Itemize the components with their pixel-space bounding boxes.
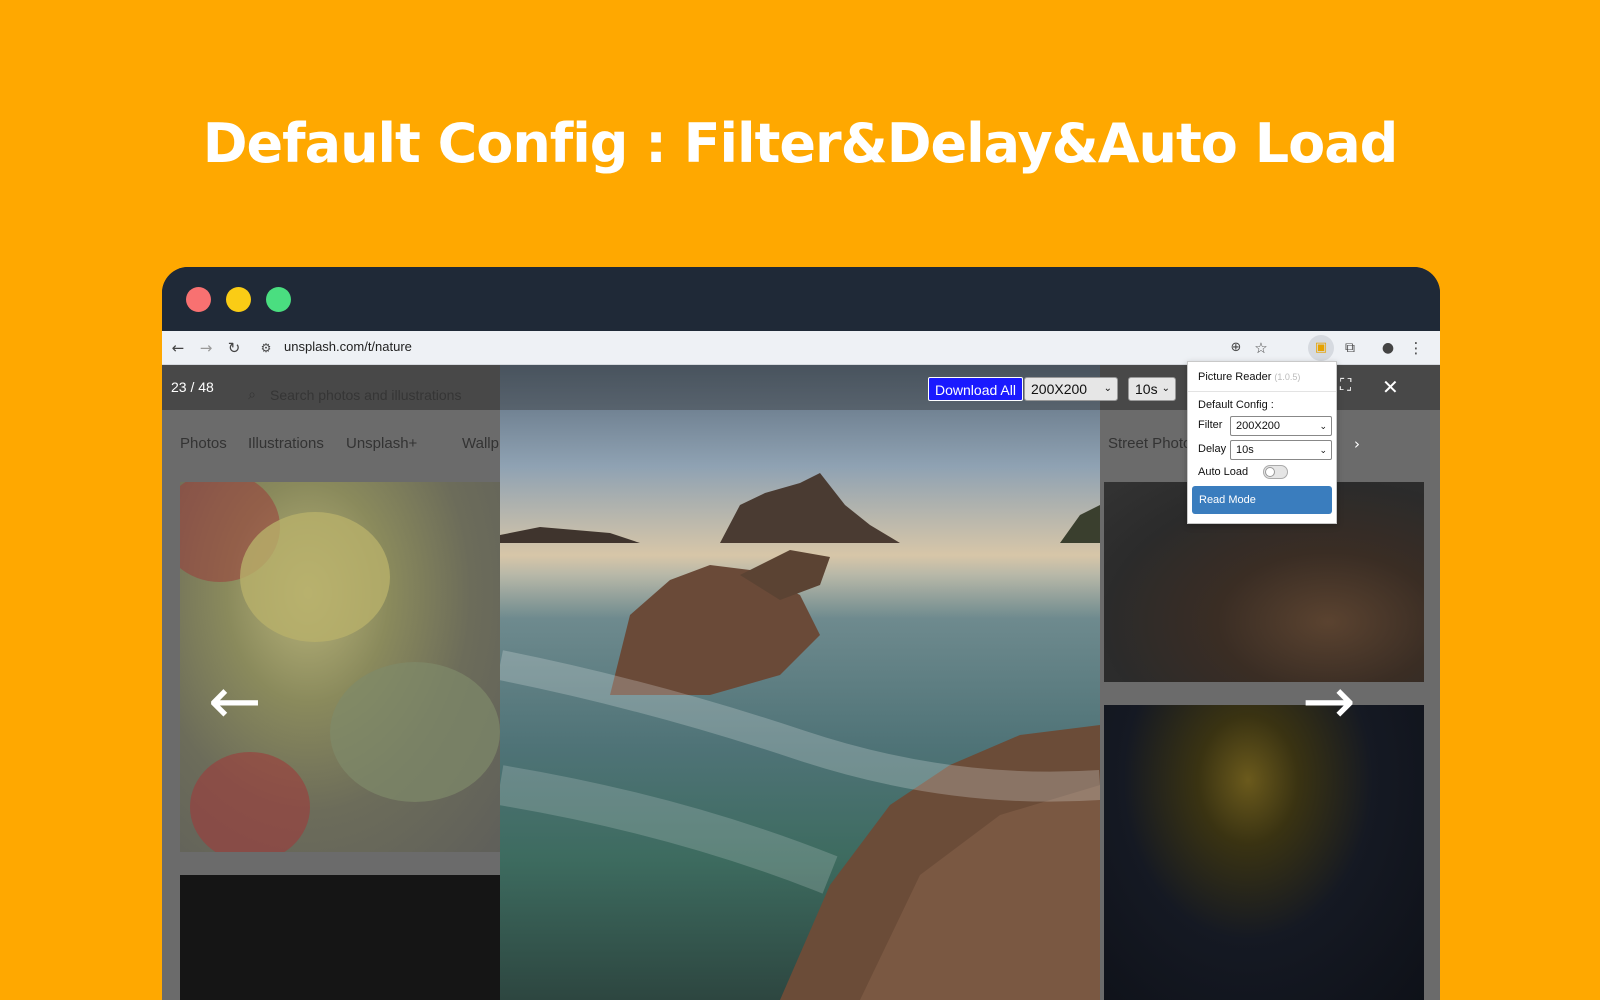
read-mode-button[interactable]: Read Mode <box>1192 486 1332 514</box>
auto-load-label: Auto Load <box>1198 466 1249 478</box>
chevron-down-icon: ⌄ <box>1319 445 1327 455</box>
browser-toolbar: ← → ↻ ⚙ unsplash.com/t/nature ⊕ ☆ ▣ ⧉ ● … <box>162 331 1440 365</box>
delay-label: Delay <box>1198 443 1227 455</box>
close-window-dot[interactable] <box>186 287 211 312</box>
viewer-delay-value: 10s <box>1135 381 1158 397</box>
image-counter: 23 / 48 <box>171 379 214 395</box>
category-wallpapers: Wallp <box>462 435 499 452</box>
popup-divider <box>1188 391 1336 392</box>
viewer-delay-select[interactable]: 10s ⌄ <box>1128 377 1176 401</box>
bookmark-star-icon[interactable]: ☆ <box>1251 338 1271 358</box>
category-illustrations: Illustrations <box>248 435 324 452</box>
filter-select-value: 200X200 <box>1236 420 1281 432</box>
default-config-heading: Default Config : <box>1198 399 1274 411</box>
toggle-knob <box>1265 467 1275 477</box>
category-photos: Photos <box>180 435 227 452</box>
popup-version: (1.0.5) <box>1274 372 1301 382</box>
main-viewer-image <box>500 365 1100 1000</box>
reload-icon[interactable]: ↻ <box>224 338 244 358</box>
download-all-button[interactable]: Download All <box>928 377 1023 401</box>
background-photo-dark <box>180 875 500 1000</box>
delay-select-value: 10s <box>1236 444 1254 456</box>
filter-select[interactable]: 200X200 ⌄ <box>1230 416 1332 436</box>
profile-avatar-icon[interactable]: ● <box>1378 338 1398 358</box>
site-settings-icon[interactable]: ⚙ <box>256 338 276 358</box>
extension-popup: Picture Reader (1.0.5) Default Config : F… <box>1187 361 1337 524</box>
category-scroll-right-icon: › <box>1354 435 1360 453</box>
maximize-window-dot[interactable] <box>266 287 291 312</box>
puzzle-extensions-icon[interactable]: ⧉ <box>1340 338 1360 358</box>
fullscreen-icon[interactable]: ⛶ <box>1340 375 1351 395</box>
address-bar[interactable]: unsplash.com/t/nature <box>284 339 412 354</box>
filter-label: Filter <box>1198 419 1223 431</box>
chevron-down-icon: ⌄ <box>1161 383 1170 394</box>
category-unsplash-plus: Unsplash+ <box>346 435 418 452</box>
next-arrow-icon[interactable]: → <box>1302 670 1356 734</box>
back-arrow-icon[interactable]: ← <box>168 338 188 358</box>
viewer-filter-select[interactable]: 200X200 ⌄ <box>1024 377 1118 401</box>
popup-title-text: Picture Reader <box>1198 371 1272 383</box>
viewer-filter-value: 200X200 <box>1031 381 1088 397</box>
sea-stack-illustration <box>500 473 1100 1000</box>
popup-title: Picture Reader (1.0.5) <box>1198 371 1300 383</box>
more-menu-icon[interactable]: ⋮ <box>1406 338 1426 358</box>
auto-load-toggle[interactable] <box>1263 465 1288 479</box>
category-street-photo: Street Photo <box>1108 435 1192 452</box>
headline: Default Config : Filter&Delay&Auto Load <box>202 112 1399 175</box>
previous-arrow-icon[interactable]: ← <box>208 670 262 734</box>
close-viewer-icon[interactable]: ✕ <box>1382 375 1399 399</box>
zoom-icon[interactable]: ⊕ <box>1226 338 1246 358</box>
background-photo-nebula <box>1104 705 1424 1000</box>
chevron-down-icon: ⌄ <box>1319 421 1327 431</box>
window-titlebar <box>162 267 1440 331</box>
extensions-icon[interactable] <box>1317 338 1337 358</box>
delay-select[interactable]: 10s ⌄ <box>1230 440 1332 460</box>
forward-arrow-icon[interactable]: → <box>196 338 216 358</box>
minimize-window-dot[interactable] <box>226 287 251 312</box>
chevron-down-icon: ⌄ <box>1103 383 1112 394</box>
